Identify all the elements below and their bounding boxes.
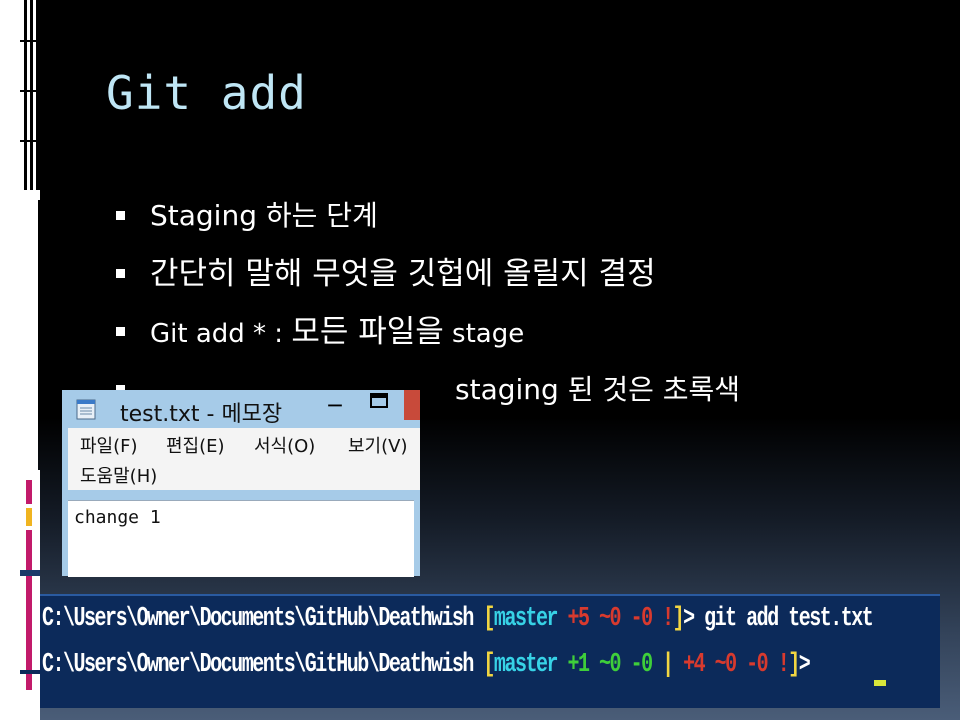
console-line-2: C:\Users\Owner\Documents\GitHub\Deathwis…: [42, 650, 811, 680]
branch-name: master: [493, 650, 559, 680]
status-separator: |: [651, 650, 684, 680]
menu-edit[interactable]: 편집(E): [166, 432, 225, 458]
minimize-button[interactable]: ─: [324, 394, 346, 420]
bracket-close: ]: [672, 604, 685, 634]
console-line-1: C:\Users\Owner\Documents\GitHub\Deathwis…: [42, 604, 874, 634]
left-decor-color-blocks: [0, 470, 40, 720]
bracket-close: ]: [788, 650, 800, 680]
console-command: > git add test.txt: [683, 604, 874, 634]
bullet-text: Git add * :: [150, 319, 292, 349]
bullet-item: Staging 하는 단계: [112, 190, 740, 248]
bullet-text: staging 된 것은 초록색: [455, 373, 741, 406]
bracket-open: [: [483, 650, 495, 680]
untracked-status: +4 ~0 -0 !: [683, 650, 790, 680]
slide: Git add Staging 하는 단계 간단히 말해 무엇을 깃헙에 올릴지…: [0, 0, 960, 720]
bullet-item: Git add * : 모든 파일을 stage: [112, 306, 740, 364]
console-path: C:\Users\Owner\Documents\GitHub\Deathwis…: [42, 604, 484, 634]
bullet-text: 간단히 말해 무엇을 깃헙에 올릴지 결정: [150, 256, 656, 292]
menu-view[interactable]: 보기(V): [348, 432, 407, 458]
bullet-text: Staging 하는 단계: [150, 199, 378, 232]
menu-file[interactable]: 파일(F): [80, 432, 138, 458]
console-cursor: [874, 680, 886, 686]
bullet-square-icon: [116, 211, 125, 220]
notepad-menubar: 파일(F) 편집(E) 서식(O) 보기(V) 도움말(H): [68, 428, 420, 490]
bullet-list: Staging 하는 단계 간단히 말해 무엇을 깃헙에 올릴지 결정 Git …: [112, 190, 740, 422]
slide-title: Git add: [106, 66, 307, 120]
bracket-open: [: [483, 604, 495, 634]
bullet-text: 모든 파일을: [291, 314, 444, 350]
staged-status: +1 ~0 -0: [556, 650, 653, 680]
untracked-status: +5 ~0 -0 !: [556, 604, 674, 634]
notepad-titlebar[interactable]: test.txt - 메모장 ─: [62, 390, 420, 428]
bullet-text: stage: [443, 319, 525, 349]
bullet-square-icon: [116, 269, 125, 278]
notepad-icon: [76, 399, 96, 420]
maximize-button[interactable]: [368, 390, 390, 416]
close-button[interactable]: [404, 390, 420, 420]
branch-name: master: [493, 604, 559, 634]
bullet-square-icon: [116, 327, 125, 336]
console-prompt: >: [798, 650, 811, 680]
menu-format[interactable]: 서식(O): [254, 432, 315, 458]
notepad-text-area[interactable]: change 1: [68, 500, 414, 577]
left-decor-lines: [0, 0, 40, 200]
notepad-window: test.txt - 메모장 ─ 파일(F) 편집(E) 서식(O) 보기(V)…: [62, 390, 420, 577]
bullet-item: 간단히 말해 무엇을 깃헙에 올릴지 결정: [112, 248, 740, 306]
powershell-console[interactable]: C:\Users\Owner\Documents\GitHub\Deathwis…: [40, 594, 940, 708]
notepad-content: change 1: [74, 507, 161, 528]
menu-help[interactable]: 도움말(H): [80, 462, 157, 488]
notepad-title: test.txt - 메모장: [120, 402, 283, 427]
console-path: C:\Users\Owner\Documents\GitHub\Deathwis…: [42, 650, 484, 680]
